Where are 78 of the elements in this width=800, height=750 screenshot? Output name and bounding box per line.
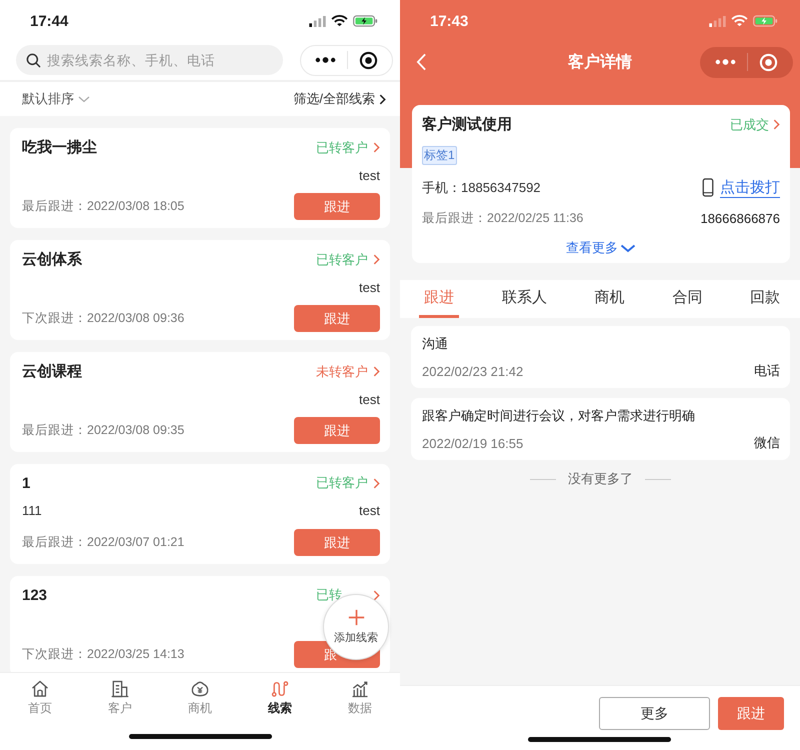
tab-bar-item[interactable]: 首页 — [0, 673, 80, 722]
lead-name: 1 — [22, 474, 30, 492]
search-field[interactable]: 搜索线索名称、手机、电话 — [16, 45, 283, 75]
lead-name: 123 — [22, 586, 48, 604]
record-method: 微信 — [754, 434, 780, 452]
lead-note: test — [359, 503, 380, 518]
chevron-right-icon — [379, 94, 386, 104]
caret-down-icon — [620, 244, 636, 252]
lead-note: test — [359, 392, 380, 406]
customer-tag: 标签1 — [422, 146, 457, 166]
tab[interactable]: 联系人 — [496, 280, 552, 318]
phone-number: 18666866876 — [700, 210, 780, 226]
customer-status: 已成交 — [730, 116, 769, 134]
more-button[interactable]: 更多 — [599, 697, 710, 730]
tab[interactable]: 合同 — [667, 280, 708, 318]
record-method: 电话 — [754, 362, 780, 380]
lead-card[interactable]: 1 已转客户 111 test 最后跟进：2022/03/07 01:21 跟进 — [10, 464, 390, 564]
route-icon — [270, 678, 290, 698]
phone-icon — [702, 178, 714, 197]
follow-time: 下次跟进：2022/03/25 14:13 — [22, 646, 184, 663]
lead-card[interactable]: 云创课程 未转客户 test 最后跟进：2022/03/08 09:35 跟进 — [10, 352, 390, 452]
plus-icon — [348, 609, 364, 626]
battery-icon — [753, 15, 778, 27]
lead-status: 已转客户 — [316, 474, 369, 492]
lead-name: 云创课程 — [22, 362, 82, 381]
tab-bar-item[interactable]: 数据 — [320, 673, 400, 722]
customer-name: 客户测试使用 — [422, 115, 512, 134]
lead-status: 已转客户 — [316, 138, 369, 156]
tab[interactable]: 回款 — [745, 280, 785, 318]
end-of-list-text: 没有更多了 — [568, 470, 633, 488]
home-icon — [30, 678, 50, 698]
lead-status: 已转客户 — [316, 250, 369, 268]
follow-time: 最后跟进：2022/03/08 18:05 — [22, 198, 184, 215]
page-title: 客户详情 — [567, 52, 633, 72]
chevron-right-icon — [373, 366, 380, 377]
mobile-number: 手机：18856347592 — [422, 178, 541, 196]
tab-bar-item[interactable]: 客户 — [80, 673, 160, 722]
record-content: 沟通 — [422, 335, 449, 353]
lead-status: 未转客户 — [316, 362, 369, 380]
record-time: 2022/02/19 16:55 — [422, 436, 524, 450]
chart-icon — [350, 678, 370, 698]
caret-icon — [78, 96, 90, 102]
building-icon — [110, 678, 130, 698]
chevron-right-icon — [373, 478, 380, 488]
call-link[interactable]: 点击拨打 — [720, 178, 780, 198]
wifi-icon — [331, 15, 348, 27]
lead-card[interactable]: 云创体系 已转客户 test 下次跟进：2022/03/08 09:36 跟进 — [10, 240, 390, 340]
lead-note: test — [359, 280, 380, 294]
follow-time: 最后跟进：2022/03/08 09:35 — [22, 422, 184, 439]
lead-card[interactable]: 吃我一拂尘 已转客户 test 最后跟进：2022/03/08 18:05 跟进 — [10, 128, 390, 228]
more-icon[interactable] — [314, 57, 336, 63]
tab-bar-item[interactable]: 线索 — [240, 673, 320, 722]
view-more-link[interactable]: 查看更多 — [566, 239, 636, 257]
follow-time: 最后跟进：2022/02/25 11:36 — [422, 210, 584, 227]
chevron-right-icon — [373, 254, 380, 265]
lead-note: test — [359, 168, 380, 182]
chevron-right-icon — [773, 119, 780, 130]
signal-icon — [709, 16, 726, 26]
lead-name: 云创体系 — [22, 250, 82, 269]
filter-link[interactable]: 筛选/全部线索 — [293, 90, 386, 108]
follow-time: 最后跟进：2022/03/07 01:21 — [22, 534, 184, 551]
record-content: 跟客户确定时间进行会议，对客户需求进行明确 — [422, 407, 696, 425]
status-time: 17:44 — [30, 12, 68, 30]
lead-name: 吃我一拂尘 — [22, 138, 97, 157]
record-time: 2022/02/23 21:42 — [422, 364, 524, 378]
lead-detail: 111 — [22, 503, 42, 518]
battery-icon — [353, 15, 378, 27]
chevron-right-icon — [373, 142, 380, 153]
tab[interactable]: 商机 — [590, 280, 630, 318]
status-time: 17:43 — [430, 12, 468, 30]
money-bag-icon — [190, 678, 210, 698]
chevron-right-icon — [373, 590, 380, 600]
follow-time: 下次跟进：2022/03/08 09:36 — [22, 310, 184, 327]
sort-dropdown[interactable]: 默认排序 — [22, 90, 90, 108]
signal-icon — [309, 16, 326, 26]
back-icon[interactable] — [416, 53, 427, 71]
wifi-icon — [731, 15, 748, 27]
tab-bar-item[interactable]: 商机 — [160, 673, 240, 722]
